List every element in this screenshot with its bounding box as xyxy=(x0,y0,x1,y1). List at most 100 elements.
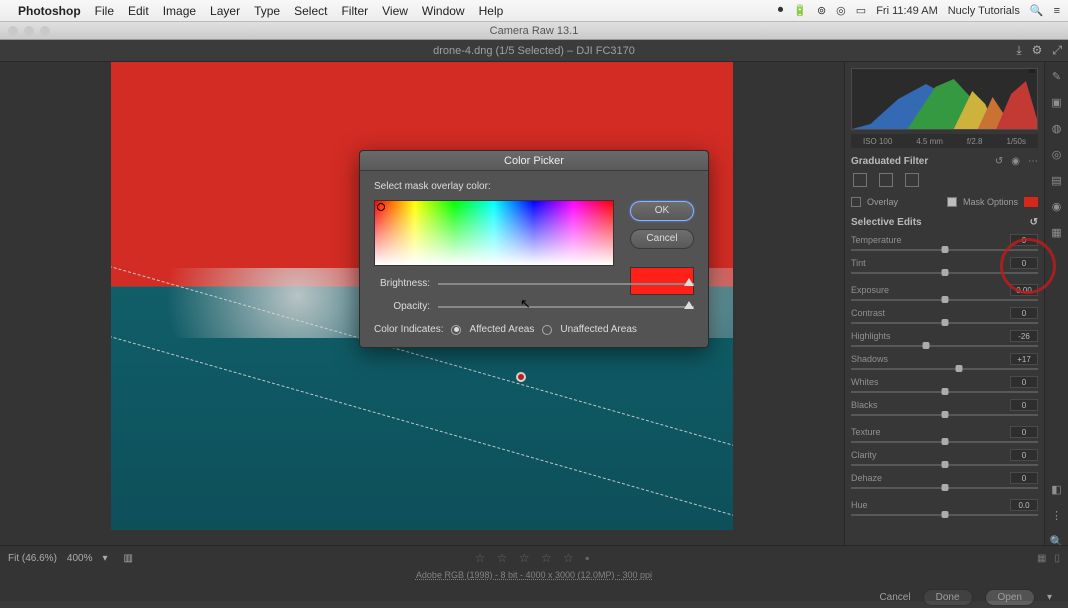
modal-cancel-button[interactable]: Cancel xyxy=(630,229,694,249)
color-field[interactable] xyxy=(374,200,614,266)
menu-type[interactable]: Type xyxy=(254,4,280,18)
slider-value[interactable]: 0 xyxy=(1010,376,1038,388)
eye-icon[interactable]: ◉ xyxy=(1011,156,1020,167)
slider-track[interactable] xyxy=(851,299,1038,301)
zoom-level[interactable]: 400% xyxy=(67,553,93,564)
menu-edit[interactable]: Edit xyxy=(128,4,149,18)
more-tool-icon[interactable]: ⋮ xyxy=(1050,509,1064,523)
maskoptions-label: Mask Options xyxy=(963,197,1018,207)
slider-value[interactable]: 0 xyxy=(1010,257,1038,269)
zoom-dropdown-icon[interactable]: ▾ xyxy=(102,553,107,564)
slider-value[interactable]: -26 xyxy=(1010,330,1038,342)
slider-track[interactable] xyxy=(851,249,1038,251)
sliders: Temperature0 Tint0 Exposure0.00 Contrast… xyxy=(851,234,1038,516)
export-icon[interactable]: ⤓ xyxy=(1016,43,1021,58)
slider-label: Clarity xyxy=(851,450,877,460)
section-title: Selective Edits xyxy=(851,217,922,228)
traffic-close[interactable] xyxy=(8,26,18,36)
spotlight-icon[interactable]: 🔍 xyxy=(1030,4,1044,17)
section-reset-icon[interactable]: ↺ xyxy=(1030,217,1038,228)
exif-iso: ISO 100 xyxy=(863,137,892,146)
menu-image[interactable]: Image xyxy=(163,4,196,18)
slider-value[interactable]: 0 xyxy=(1010,426,1038,438)
app-name[interactable]: Photoshop xyxy=(18,4,81,18)
heal-icon[interactable]: ◍ xyxy=(1050,122,1064,136)
open-button[interactable]: Open xyxy=(985,589,1035,606)
affected-radio[interactable] xyxy=(451,325,461,335)
slider-track[interactable] xyxy=(851,487,1038,489)
slider-track[interactable] xyxy=(851,514,1038,516)
exif-shutter: 1/50s xyxy=(1006,137,1026,146)
reset-icon[interactable]: ↺ xyxy=(995,156,1003,167)
slider-label: Blacks xyxy=(851,400,878,410)
traffic-max[interactable] xyxy=(40,26,50,36)
slider-label: Shadows xyxy=(851,354,888,364)
color-cursor[interactable] xyxy=(377,203,385,211)
slider-track[interactable] xyxy=(851,414,1038,416)
done-button[interactable]: Done xyxy=(923,589,973,606)
menu-file[interactable]: File xyxy=(95,4,114,18)
menu-help[interactable]: Help xyxy=(479,4,504,18)
file-info[interactable]: Adobe RGB (1998) - 8 bit - 4000 x 3000 (… xyxy=(0,570,1068,586)
slider-value[interactable]: 0.0 xyxy=(1010,499,1038,511)
window-titlebar: Camera Raw 13.1 xyxy=(0,22,1068,40)
indicates-label: Color Indicates: xyxy=(374,324,443,335)
fit-label[interactable]: Fit (46.6%) xyxy=(8,553,57,564)
maskoptions-checkbox[interactable] xyxy=(947,197,957,207)
slider-track[interactable] xyxy=(851,272,1038,274)
menu-filter[interactable]: Filter xyxy=(341,4,368,18)
slider-track[interactable] xyxy=(851,322,1038,324)
menu-icon[interactable]: ≡ xyxy=(1054,5,1060,17)
grid-view-icon[interactable]: ▦ xyxy=(1037,553,1046,564)
brightness-slider[interactable] xyxy=(438,283,694,285)
histogram[interactable] xyxy=(851,68,1038,130)
more-icon[interactable]: ⋯ xyxy=(1028,156,1038,167)
cc-icon: ◎ xyxy=(836,4,846,17)
snapshot-icon[interactable]: ▦ xyxy=(1050,226,1064,240)
affected-label: Affected Areas xyxy=(469,324,534,335)
overlay-checkbox[interactable] xyxy=(851,197,861,207)
opacity-slider[interactable] xyxy=(438,306,694,308)
unaffected-radio[interactable] xyxy=(542,325,552,335)
erase-tool[interactable] xyxy=(905,173,919,187)
mask-icon[interactable]: ▤ xyxy=(1050,174,1064,188)
slider-value[interactable]: 0 xyxy=(1010,399,1038,411)
slider-label: Highlights xyxy=(851,331,891,341)
menu-select[interactable]: Select xyxy=(294,4,327,18)
single-view-icon[interactable]: ▯ xyxy=(1054,553,1060,564)
slider-track[interactable] xyxy=(851,391,1038,393)
filmstrip-toggle-icon[interactable]: ▥ xyxy=(124,553,133,564)
redeye-icon[interactable]: ◉ xyxy=(1050,200,1064,214)
slider-track[interactable] xyxy=(851,345,1038,347)
slider-track[interactable] xyxy=(851,464,1038,466)
gradient-pin[interactable] xyxy=(516,372,526,382)
menu-view[interactable]: View xyxy=(382,4,408,18)
slider-track[interactable] xyxy=(851,441,1038,443)
preset-icon[interactable]: ◧ xyxy=(1050,483,1064,497)
mask-color-swatch[interactable] xyxy=(1024,197,1038,207)
crop-icon[interactable]: ▣ xyxy=(1050,96,1064,110)
rating-stars[interactable]: ☆ ☆ ☆ ☆ ☆ ▪ xyxy=(475,551,594,565)
slider-value[interactable]: +17 xyxy=(1010,353,1038,365)
rect-gradient-tool[interactable] xyxy=(853,173,867,187)
eye-tool-icon[interactable]: ◎ xyxy=(1050,148,1064,162)
brightness-label: Brightness: xyxy=(374,278,430,289)
fullscreen-icon[interactable]: ⤢ xyxy=(1052,43,1062,58)
document-header: drone-4.dng (1/5 Selected) – DJI FC3170 … xyxy=(0,40,1068,62)
traffic-min[interactable] xyxy=(24,26,34,36)
slider-value[interactable]: 0 xyxy=(1010,472,1038,484)
brush-tool[interactable] xyxy=(879,173,893,187)
slider-value[interactable]: 0 xyxy=(1010,307,1038,319)
slider-value[interactable]: 0.00 xyxy=(1010,284,1038,296)
menu-window[interactable]: Window xyxy=(422,4,465,18)
settings-icon[interactable]: ⚙ xyxy=(1032,43,1043,58)
slider-track[interactable] xyxy=(851,368,1038,370)
ok-button[interactable]: OK xyxy=(630,201,694,221)
mac-menubar: Photoshop File Edit Image Layer Type Sel… xyxy=(0,0,1068,22)
menu-layer[interactable]: Layer xyxy=(210,4,240,18)
slider-value[interactable]: 0 xyxy=(1010,234,1038,246)
exif-row: ISO 100 4.5 mm f/2.8 1/50s xyxy=(851,134,1038,148)
clock: Fri 11:49 AM xyxy=(876,5,938,17)
slider-value[interactable]: 0 xyxy=(1010,449,1038,461)
edit-icon[interactable]: ✎ xyxy=(1050,70,1064,84)
